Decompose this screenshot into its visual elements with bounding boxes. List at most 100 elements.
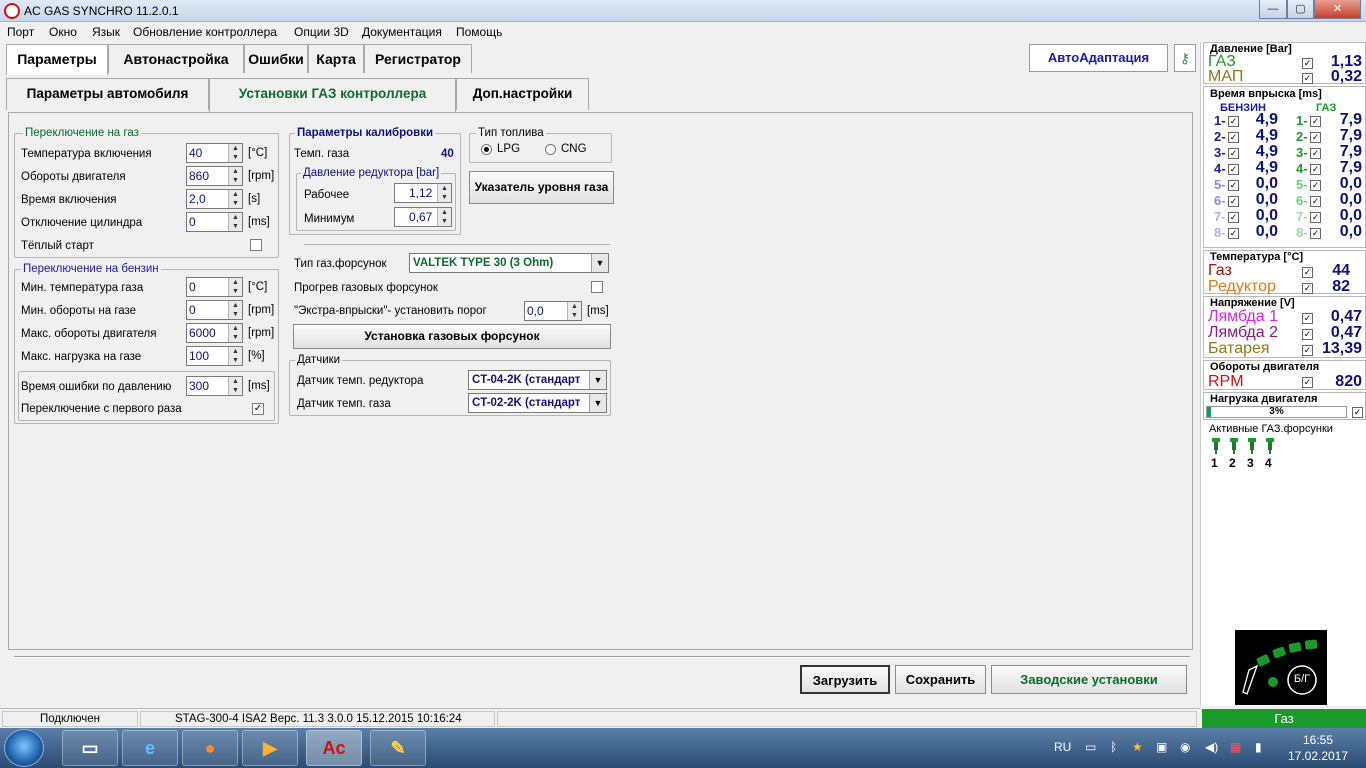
close-button[interactable]: ✕	[1314, 0, 1361, 19]
language-indicator[interactable]: RU	[1054, 740, 1071, 754]
menu-language[interactable]: Язык	[92, 25, 120, 39]
tab-parameters[interactable]: Параметры	[6, 44, 108, 75]
auto-adaptation-button[interactable]: АвтоАдаптация	[1029, 44, 1168, 72]
subtab-extra-settings[interactable]: Доп.настройки	[456, 78, 589, 110]
subtab-gas-controller[interactable]: Установки ГАЗ контроллера	[209, 78, 456, 112]
battery-tray-icon[interactable]: ▮	[1255, 740, 1262, 754]
ac-gas-app-icon[interactable]: Ac	[306, 730, 362, 766]
injector-type-select[interactable]: VALTEK TYPE 30 (3 Ohm) ▼	[409, 253, 609, 273]
petrol-injector-checkbox[interactable]: ✓	[1228, 164, 1239, 175]
battery-checkbox[interactable]: ✓	[1302, 345, 1313, 356]
min-gas-rpm-input[interactable]: 0 ▲ ▼	[186, 300, 243, 320]
ie-icon[interactable]: e	[122, 730, 178, 766]
switch-time-input[interactable]: 2,0 ▲ ▼	[186, 189, 243, 209]
clock-date[interactable]: 17.02.2017	[1283, 749, 1353, 763]
tab-autotune[interactable]: Автонастройка	[108, 44, 244, 73]
gas-temp-checkbox[interactable]: ✓	[1302, 267, 1313, 278]
reducer-pressure-title: Давление редуктора [bar]	[301, 167, 442, 179]
clock-time[interactable]: 16:55	[1283, 733, 1353, 747]
load-button[interactable]: Загрузить	[800, 665, 890, 694]
tray-app-icon[interactable]: ▣	[1156, 740, 1167, 754]
gas-sensor-select[interactable]: CT-02-2K (стандарт ▼	[468, 393, 607, 413]
start-button[interactable]	[4, 729, 44, 767]
petrol-injector-checkbox[interactable]: ✓	[1228, 116, 1239, 127]
media-player-icon[interactable]: ▶	[242, 730, 298, 766]
petrol-injector-checkbox[interactable]: ✓	[1228, 180, 1239, 191]
engine-rpm-input[interactable]: 860 ▲ ▼	[186, 166, 243, 186]
tab-errors[interactable]: Ошибки	[244, 44, 308, 73]
menu-port[interactable]: Порт	[7, 25, 34, 39]
reducer-temp-checkbox[interactable]: ✓	[1302, 283, 1313, 294]
minimize-button[interactable]: —	[1259, 0, 1287, 19]
petrol-injector-index: 7-	[1214, 209, 1226, 224]
max-engine-rpm-input[interactable]: 6000 ▲ ▼	[186, 323, 243, 343]
save-button[interactable]: Сохранить	[895, 665, 986, 694]
key-icon[interactable]: ⚷	[1174, 44, 1196, 72]
cylinder-cutoff-input[interactable]: 0 ▲ ▼	[186, 212, 243, 232]
gas-injector-checkbox[interactable]: ✓	[1310, 132, 1321, 143]
reducer-sensor-select[interactable]: CT-04-2K (стандарт ▼	[468, 370, 607, 390]
minimum-pressure-input[interactable]: 0,67 ▲ ▼	[394, 207, 452, 227]
petrol-injector-checkbox[interactable]: ✓	[1228, 148, 1239, 159]
working-pressure-input[interactable]: 1,12 ▲ ▼	[394, 183, 452, 203]
max-gas-load-input[interactable]: 100 ▲ ▼	[186, 346, 243, 366]
star-icon[interactable]: ★	[1132, 740, 1143, 754]
volume-icon[interactable]: ◀)	[1205, 740, 1218, 754]
maximize-button[interactable]: ▢	[1287, 0, 1314, 19]
rpm-checkbox[interactable]: ✓	[1302, 377, 1313, 388]
gas-injector-checkbox[interactable]: ✓	[1310, 196, 1321, 207]
lpg-radio[interactable]	[481, 144, 492, 155]
menu-documentation[interactable]: Документация	[362, 25, 442, 39]
petrol-injector-checkbox[interactable]: ✓	[1228, 196, 1239, 207]
injector-heating-checkbox[interactable]	[591, 281, 603, 293]
first-switch-checkbox[interactable]: ✓	[252, 403, 264, 415]
tab-recorder[interactable]: Регистратор	[364, 44, 472, 73]
tab-map[interactable]: Карта	[308, 44, 364, 73]
firefox-icon[interactable]: ●	[182, 730, 238, 766]
injector-number: 2	[1229, 456, 1236, 470]
field-label: Макс. нагрузка на газе	[21, 351, 142, 363]
menu-update-controller[interactable]: Обновление контроллера	[133, 25, 277, 39]
gas-injector-checkbox[interactable]: ✓	[1310, 164, 1321, 175]
explorer-icon[interactable]: ▭	[62, 730, 118, 766]
map-pressure-value: 0,32	[1330, 68, 1362, 85]
lambda1-checkbox[interactable]: ✓	[1302, 313, 1313, 324]
gas-pressure-checkbox[interactable]: ✓	[1302, 58, 1313, 69]
warm-start-label: Тёплый старт	[21, 240, 94, 252]
paint-icon[interactable]: ✎	[370, 730, 426, 766]
load-checkbox[interactable]: ✓	[1352, 407, 1363, 418]
petrol-injector-checkbox[interactable]: ✓	[1228, 228, 1239, 239]
gas-injector-checkbox[interactable]: ✓	[1310, 148, 1321, 159]
gas-switch-indicator[interactable]: Б/Г	[1235, 630, 1327, 705]
field-label: Температура включения	[21, 148, 152, 160]
subtab-car-params[interactable]: Параметры автомобиля	[6, 78, 209, 110]
gas-level-button[interactable]: Указатель уровня газа	[469, 171, 614, 204]
gas-injector-checkbox[interactable]: ✓	[1310, 228, 1321, 239]
petrol-injector-checkbox[interactable]: ✓	[1228, 132, 1239, 143]
gas-injector-checkbox[interactable]: ✓	[1310, 116, 1321, 127]
gas-injector-checkbox[interactable]: ✓	[1310, 180, 1321, 191]
map-pressure-checkbox[interactable]: ✓	[1302, 73, 1313, 84]
unit-label: [°C]	[248, 147, 268, 159]
gas-injector-index: 4-	[1296, 161, 1308, 176]
gas-injector-checkbox[interactable]: ✓	[1310, 212, 1321, 223]
menu-help[interactable]: Помощь	[456, 25, 502, 39]
monitor-icon[interactable]: ▭	[1085, 740, 1096, 754]
bluetooth-icon[interactable]: ᛒ	[1110, 740, 1117, 754]
turn-on-temp-input[interactable]: 40 ▲ ▼	[186, 143, 243, 163]
install-injectors-button[interactable]: Установка газовых форсунок	[293, 324, 611, 349]
min-gas-temp-input[interactable]: 0 ▲ ▼	[186, 277, 243, 297]
petrol-injector-checkbox[interactable]: ✓	[1228, 212, 1239, 223]
extra-injection-input[interactable]: 0,0 ▲ ▼	[524, 301, 582, 321]
pressure-error-input[interactable]: 300 ▲ ▼	[186, 376, 243, 396]
factory-settings-button[interactable]: Заводские установки	[991, 665, 1187, 694]
tray-update-icon[interactable]: ◉	[1180, 740, 1190, 754]
cng-radio[interactable]	[545, 144, 556, 155]
warm-start-checkbox[interactable]	[250, 239, 262, 251]
network-icon[interactable]: ▦	[1230, 740, 1241, 754]
menu-window[interactable]: Окно	[49, 25, 77, 39]
field-label: Мин. температура газа	[21, 282, 144, 294]
lambda2-checkbox[interactable]: ✓	[1302, 329, 1313, 340]
unit-label: [s]	[248, 193, 261, 205]
menu-3d-options[interactable]: Опции 3D	[294, 25, 349, 39]
